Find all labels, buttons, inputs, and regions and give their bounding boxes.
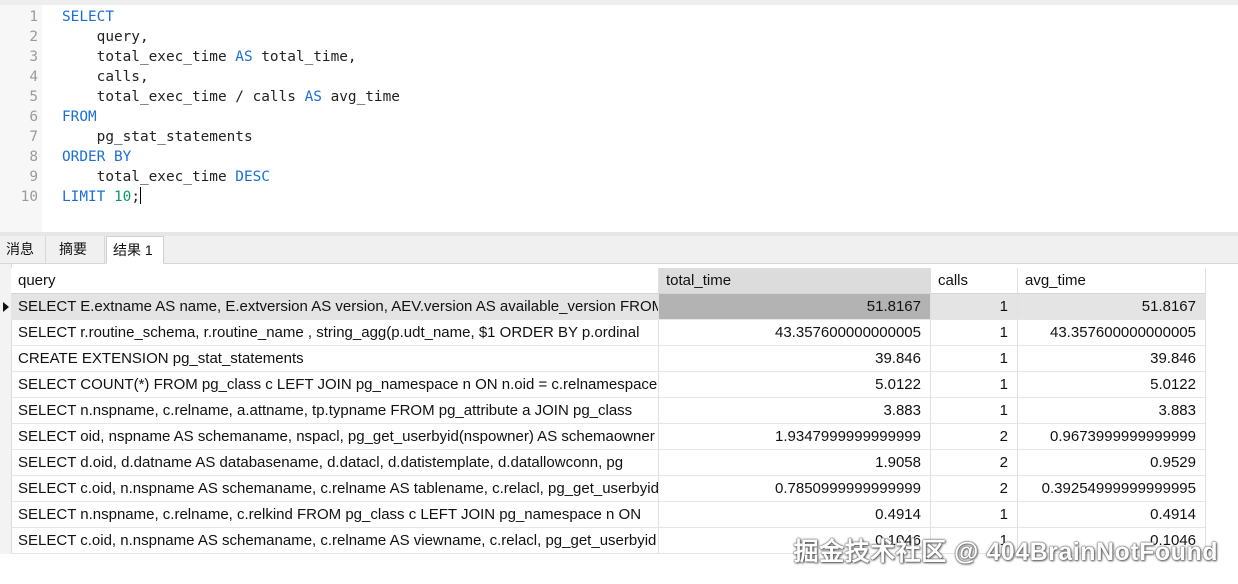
cell-total-time[interactable]: 43.357600000000005 [659,320,931,346]
cell-calls[interactable]: 2 [931,476,1018,502]
result-grid[interactable]: query total_time calls avg_time SELECT E… [0,264,1238,584]
line-number: 9 [29,169,38,185]
tab-result-1[interactable]: 结果 1 [106,236,164,264]
cell-calls[interactable]: 1 [931,398,1018,424]
watermark: 掘金技术社区 @ 404BrainNotFound [793,538,1218,566]
current-row-arrow-icon [3,302,9,312]
line-number: 2 [29,29,38,45]
cell-query[interactable]: SELECT n.nspname, c.relname, c.relkind F… [11,502,659,528]
sql-keyword: FROM [62,109,97,125]
cell-calls[interactable]: 2 [931,450,1018,476]
cell-avg-time[interactable]: 51.8167 [1018,294,1206,320]
cell-total-time[interactable]: 39.846 [659,346,931,372]
cell-query[interactable]: SELECT d.oid, d.datname AS databasename,… [11,450,659,476]
sql-token: total_time, [252,49,357,65]
code-text: total_exec_time AS total_time, [62,47,357,67]
cell-calls[interactable]: 1 [931,320,1018,346]
editor-line[interactable]: 6 FROM [0,107,1238,127]
cell-query[interactable]: SELECT n.nspname, c.relname, a.attname, … [11,398,659,424]
code-text: ORDER BY [62,147,131,167]
editor-line[interactable]: 9 total_exec_time DESC [0,167,1238,187]
cell-query[interactable]: SELECT E.extname AS name, E.extversion A… [11,294,659,320]
sql-token: total_exec_time [62,49,236,65]
sql-keyword: LIMIT [62,189,106,205]
cell-query[interactable]: SELECT oid, nspname AS schemaname, nspac… [11,424,659,450]
sql-keyword: AS [235,49,253,65]
line-number: 8 [29,149,38,165]
sql-keyword: DESC [235,169,270,185]
sql-token: total_exec_time [62,169,236,185]
tab-messages[interactable]: 消息 [0,236,46,263]
line-number: 4 [29,69,38,85]
column-header-query[interactable]: query [11,268,659,294]
line-number: 5 [29,89,38,105]
result-tabs: 消息 摘要 结果 1 [0,236,1238,264]
cell-total-time[interactable]: 3.883 [659,398,931,424]
cell-query[interactable]: SELECT COUNT(*) FROM pg_class c LEFT JOI… [11,372,659,398]
editor-line[interactable]: 1 SELECT [0,7,1238,27]
code-text: query, [62,27,149,47]
cell-avg-time[interactable]: 5.0122 [1018,372,1206,398]
cell-calls[interactable]: 1 [931,502,1018,528]
cell-avg-time[interactable]: 39.846 [1018,346,1206,372]
sql-token: pg_stat_statements [62,129,253,145]
cell-avg-time[interactable]: 0.9673999999999999 [1018,424,1206,450]
cell-query[interactable]: CREATE EXTENSION pg_stat_statements [11,346,659,372]
cell-query[interactable]: SELECT c.oid, n.nspname AS schemaname, c… [11,528,659,554]
editor-line[interactable]: 3 total_exec_time AS total_time, [0,47,1238,67]
code-text: FROM [62,107,97,127]
code-text: SELECT [62,7,114,27]
cell-calls[interactable]: 1 [931,372,1018,398]
sql-keyword: ORDER BY [62,149,132,165]
cell-avg-time[interactable]: 0.4914 [1018,502,1206,528]
cell-avg-time[interactable]: 0.9529 [1018,450,1206,476]
code-text: LIMIT 10; [62,187,141,207]
line-number: 3 [29,49,38,65]
sql-number: 10 [114,189,132,205]
editor-line[interactable]: 7 pg_stat_statements [0,127,1238,147]
cell-query[interactable]: SELECT r.routine_schema, r.routine_name … [11,320,659,346]
cell-total-time[interactable]: 1.9058 [659,450,931,476]
cell-total-time[interactable]: 51.8167 [659,294,931,320]
cell-query[interactable]: SELECT c.oid, n.nspname AS schemaname, c… [11,476,659,502]
sql-token: avg_time [321,89,400,105]
line-number: 10 [20,189,38,205]
sql-token: query, [62,29,149,45]
text-caret [140,187,141,204]
editor-line[interactable]: 5 total_exec_time / calls AS avg_time [0,87,1238,107]
code-text: calls, [62,67,149,87]
editor-line[interactable]: 10 LIMIT 10; [0,187,1238,207]
cell-total-time[interactable]: 5.0122 [659,372,931,398]
cell-avg-time[interactable]: 3.883 [1018,398,1206,424]
sql-token: total_exec_time / calls [62,89,305,105]
editor-line[interactable]: 8 ORDER BY [0,147,1238,167]
line-number: 1 [29,9,38,25]
code-text: total_exec_time DESC [62,167,270,187]
line-number: 7 [29,129,38,145]
cell-calls[interactable]: 2 [931,424,1018,450]
cell-calls[interactable]: 1 [931,294,1018,320]
cell-avg-time[interactable]: 43.357600000000005 [1018,320,1206,346]
sql-keyword: AS [304,89,322,105]
column-header-total-time[interactable]: total_time [659,268,931,294]
cell-total-time[interactable]: 1.9347999999999999 [659,424,931,450]
tab-summary[interactable]: 摘要 [53,236,105,263]
sql-keyword: SELECT [62,9,114,25]
cell-total-time[interactable]: 0.4914 [659,502,931,528]
cell-total-time[interactable]: 0.7850999999999999 [659,476,931,502]
editor-line[interactable]: 2 query, [0,27,1238,47]
column-header-avg-time[interactable]: avg_time [1018,268,1206,294]
cell-calls[interactable]: 1 [931,346,1018,372]
code-text: pg_stat_statements [62,127,253,147]
editor-line[interactable]: 4 calls, [0,67,1238,87]
line-number: 6 [29,109,38,125]
cell-avg-time[interactable]: 0.39254999999999995 [1018,476,1206,502]
sql-token: ; [131,189,140,205]
sql-token: calls, [62,69,149,85]
column-header-calls[interactable]: calls [931,268,1018,294]
code-text: total_exec_time / calls AS avg_time [62,87,400,107]
sql-editor[interactable]: 1 SELECT 2 query, 3 total_exec_time AS tota… [0,5,1238,232]
